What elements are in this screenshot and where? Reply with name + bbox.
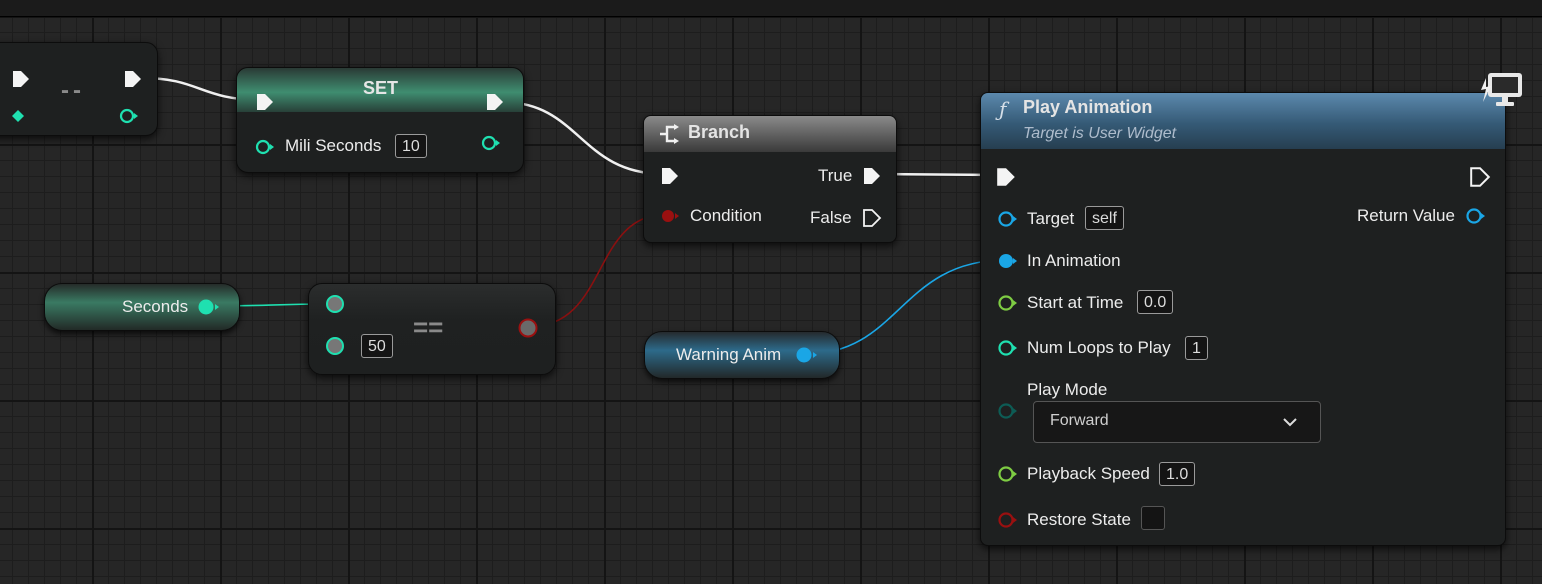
mili-seconds-value-field[interactable]: 10 bbox=[395, 134, 427, 158]
start-time-float-pin[interactable] bbox=[997, 294, 1019, 312]
return-value-label: Return Value bbox=[1357, 206, 1455, 225]
num-loops-value-field[interactable]: 1 bbox=[1185, 336, 1208, 360]
int-in-pin-b[interactable] bbox=[325, 336, 345, 356]
in-animation-object-pin[interactable] bbox=[997, 252, 1019, 270]
seconds-variable-getter[interactable]: Seconds bbox=[44, 283, 240, 331]
condition-label: Condition bbox=[690, 206, 762, 225]
restore-state-label: Restore State bbox=[1027, 510, 1131, 529]
equals-operator: == bbox=[413, 312, 444, 342]
return-value-pin[interactable] bbox=[1465, 207, 1487, 225]
int-in-pin[interactable] bbox=[255, 138, 275, 156]
play-mode-label: Play Mode bbox=[1027, 380, 1108, 399]
exec-out-pin[interactable] bbox=[123, 69, 143, 89]
function-icon: ƒ bbox=[999, 97, 1007, 121]
branch-icon bbox=[660, 124, 679, 144]
mili-seconds-label: Mili Seconds bbox=[285, 136, 382, 155]
play-animation-subtitle: Target is User Widget bbox=[1023, 125, 1177, 142]
playback-speed-float-pin[interactable] bbox=[997, 465, 1019, 483]
playback-speed-value-field[interactable]: 1.0 bbox=[1159, 462, 1196, 486]
exec-out-pin[interactable] bbox=[485, 92, 505, 112]
chevron-down-icon bbox=[1283, 418, 1297, 427]
play-animation-node[interactable]: ƒ Play Animation Target is User Widget T… bbox=[980, 92, 1506, 546]
int-out-pin[interactable] bbox=[119, 107, 139, 125]
exec-in-pin[interactable] bbox=[255, 92, 275, 112]
exec-out-pin[interactable] bbox=[1469, 166, 1491, 188]
exec-in-pin[interactable] bbox=[995, 166, 1017, 188]
true-label: True bbox=[818, 166, 853, 185]
playback-speed-label: Playback Speed bbox=[1027, 464, 1150, 483]
bool-out-pin[interactable] bbox=[517, 317, 539, 339]
false-exec-out-pin[interactable] bbox=[862, 208, 882, 228]
warning-anim-variable-getter[interactable]: Warning Anim bbox=[644, 331, 840, 379]
exec-wire-set-to-branch bbox=[501, 100, 665, 176]
start-time-label: Start at Time bbox=[1027, 293, 1124, 312]
target-value-field[interactable]: self bbox=[1085, 206, 1124, 230]
false-label: False bbox=[810, 208, 852, 227]
int-out-pin[interactable] bbox=[197, 298, 221, 316]
target-label: Target bbox=[1027, 209, 1075, 228]
equals-value-field[interactable]: 50 bbox=[361, 334, 393, 358]
num-loops-label: Num Loops to Play bbox=[1027, 338, 1171, 357]
int-out-pin[interactable] bbox=[481, 134, 501, 152]
set-node-title: SET bbox=[363, 78, 399, 98]
branch-node[interactable]: Branch True Condition False bbox=[643, 115, 897, 243]
restore-state-checkbox[interactable] bbox=[1141, 506, 1165, 530]
num-loops-int-pin[interactable] bbox=[997, 339, 1019, 357]
in-animation-label: In Animation bbox=[1027, 251, 1121, 270]
play-mode-enum-pin[interactable] bbox=[997, 402, 1019, 420]
decrement-node[interactable]: -- bbox=[0, 42, 158, 136]
play-animation-title: Play Animation bbox=[1023, 97, 1153, 117]
warning-anim-label: Warning Anim bbox=[676, 345, 782, 364]
target-object-pin[interactable] bbox=[997, 210, 1019, 228]
object-out-pin[interactable] bbox=[795, 346, 819, 364]
exec-in-pin[interactable] bbox=[11, 69, 31, 89]
decrement-operator: -- bbox=[61, 77, 85, 104]
int-in-pin[interactable] bbox=[11, 109, 25, 123]
widget-monitor-icon bbox=[1481, 73, 1522, 106]
branch-node-title: Branch bbox=[688, 122, 751, 142]
set-node[interactable]: SET Mili Seconds 10 bbox=[236, 67, 524, 173]
play-mode-dropdown[interactable]: Forward bbox=[1033, 401, 1321, 443]
int-in-pin-a[interactable] bbox=[325, 294, 345, 314]
condition-bool-pin[interactable] bbox=[660, 207, 680, 225]
play-mode-selected-value: Forward bbox=[1050, 412, 1109, 429]
start-time-value-field[interactable]: 0.0 bbox=[1137, 290, 1174, 314]
seconds-label: Seconds bbox=[122, 297, 189, 316]
exec-in-pin[interactable] bbox=[660, 166, 680, 186]
true-exec-out-pin[interactable] bbox=[862, 166, 882, 186]
restore-state-bool-pin[interactable] bbox=[997, 511, 1019, 529]
equals-node[interactable]: 50 == bbox=[308, 283, 556, 375]
